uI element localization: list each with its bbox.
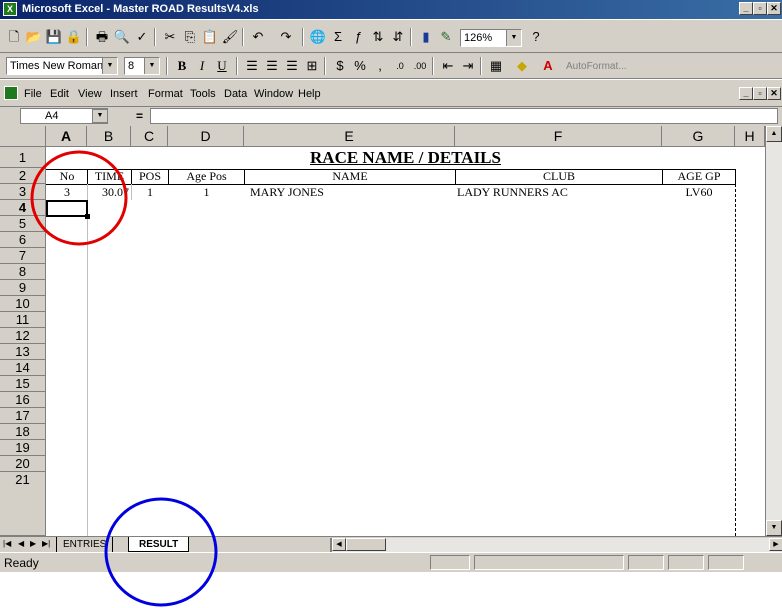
annotation-overlay [30, 150, 218, 607]
red-circle-annotation [30, 150, 128, 246]
blue-circle-annotation [104, 497, 218, 607]
